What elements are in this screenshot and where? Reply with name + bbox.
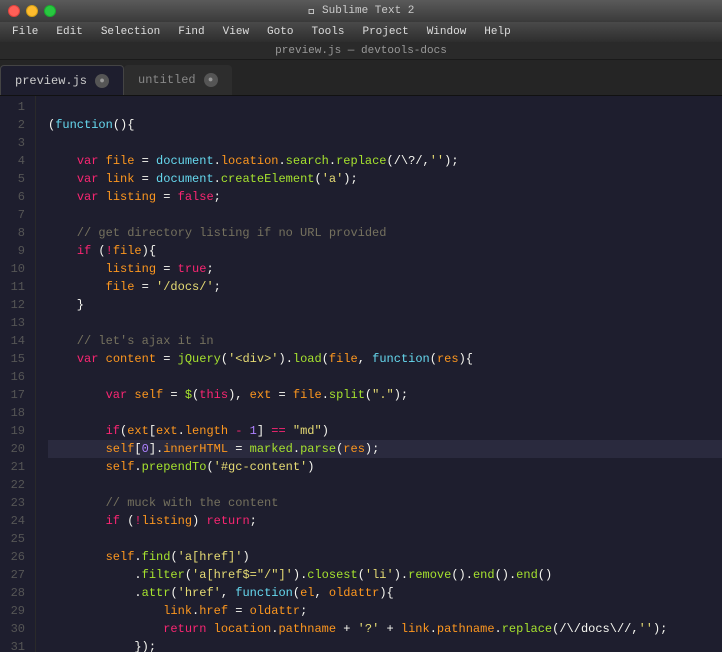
tab-close-preview[interactable]: ● (95, 74, 109, 88)
line-11: file = '/docs/'; (48, 278, 722, 296)
tab-preview-js[interactable]: preview.js ● (0, 65, 124, 95)
line-28: .attr('href', function(el, oldattr){ (48, 584, 722, 602)
menu-find[interactable]: Find (170, 24, 212, 40)
tab-label-untitled: untitled (138, 73, 196, 87)
minimize-button[interactable] (26, 5, 38, 17)
apple-icon:  (308, 3, 316, 19)
menu-edit[interactable]: Edit (48, 24, 90, 40)
menu-goto[interactable]: Goto (259, 24, 301, 40)
line-31: }); (48, 638, 722, 652)
line-1 (48, 98, 722, 116)
line-9: if (!file){ (48, 242, 722, 260)
app-name: Sublime Text 2 (322, 5, 414, 17)
line-numbers: 1 2 3 4 5 6 7 8 9 10 11 12 13 14 15 16 1… (0, 96, 36, 652)
menu-help[interactable]: Help (476, 24, 518, 40)
line-21: self.prependTo('#gc-content') (48, 458, 722, 476)
code-area[interactable]: (function(){ var file = document.locatio… (36, 96, 722, 652)
line-24: if (!listing) return; (48, 512, 722, 530)
line-29: link.href = oldattr; (48, 602, 722, 620)
maximize-button[interactable] (44, 5, 56, 17)
line-20: self[0].innerHTML = marked.parse(res); (48, 440, 722, 458)
line-4: var file = document.location.search.repl… (48, 152, 722, 170)
menu-bar: File Edit Selection Find View Goto Tools… (0, 22, 722, 42)
window-controls[interactable] (8, 5, 56, 17)
tabs-bar: preview.js ● untitled ● (0, 60, 722, 96)
editor: 1 2 3 4 5 6 7 8 9 10 11 12 13 14 15 16 1… (0, 96, 722, 652)
line-27: .filter('a[href$="/"]').closest('li').re… (48, 566, 722, 584)
line-7 (48, 206, 722, 224)
line-10: listing = true; (48, 260, 722, 278)
line-16 (48, 368, 722, 386)
tab-label-preview: preview.js (15, 74, 87, 88)
line-23: // muck with the content (48, 494, 722, 512)
line-14: // let's ajax it in (48, 332, 722, 350)
file-path: preview.js — devtools-docs (275, 45, 447, 57)
menu-file[interactable]: File (4, 24, 46, 40)
close-button[interactable] (8, 5, 20, 17)
tab-close-untitled[interactable]: ● (204, 73, 218, 87)
file-path-bar: preview.js — devtools-docs (0, 42, 722, 60)
line-2: (function(){ (48, 116, 722, 134)
line-26: self.find('a[href]') (48, 548, 722, 566)
menu-view[interactable]: View (215, 24, 257, 40)
menu-project[interactable]: Project (354, 24, 416, 40)
line-18 (48, 404, 722, 422)
tab-untitled[interactable]: untitled ● (124, 65, 232, 95)
line-15: var content = jQuery('<div>').load(file,… (48, 350, 722, 368)
line-17: var self = $(this), ext = file.split("."… (48, 386, 722, 404)
line-6: var listing = false; (48, 188, 722, 206)
menu-tools[interactable]: Tools (303, 24, 352, 40)
line-19: if(ext[ext.length - 1] == "md") (48, 422, 722, 440)
line-5: var link = document.createElement('a'); (48, 170, 722, 188)
line-25 (48, 530, 722, 548)
menu-window[interactable]: Window (419, 24, 475, 40)
app-title:  Sublime Text 2 (308, 3, 415, 19)
line-30: return location.pathname + '?' + link.pa… (48, 620, 722, 638)
title-bar:  Sublime Text 2 (0, 0, 722, 22)
line-12: } (48, 296, 722, 314)
line-8: // get directory listing if no URL provi… (48, 224, 722, 242)
menu-selection[interactable]: Selection (93, 24, 168, 40)
line-22 (48, 476, 722, 494)
line-3 (48, 134, 722, 152)
line-13 (48, 314, 722, 332)
